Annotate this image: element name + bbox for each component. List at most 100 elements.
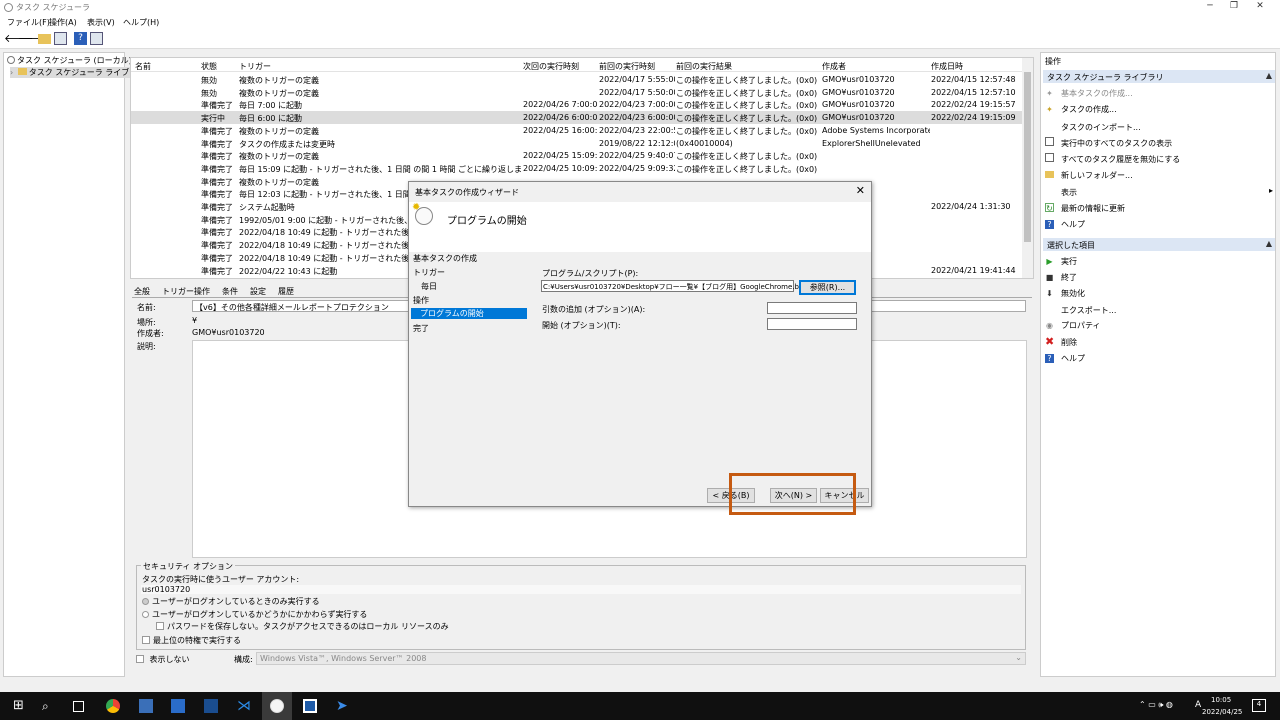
radio-whether-logged-on[interactable]: ユーザーがログオンしているかどうかにかかわらず実行する bbox=[142, 609, 367, 620]
tab-actions[interactable]: 操作 bbox=[194, 286, 210, 297]
checkbox-no-password[interactable]: パスワードを保存しない。タスクがアクセスできるのはローカル リソースのみ bbox=[156, 621, 449, 632]
table-cell: 2022/04/23 6:00:00 bbox=[599, 113, 675, 123]
action-help[interactable]: ? ヘルプ bbox=[1045, 219, 1085, 230]
section-selected-item[interactable]: 選択した項目 ▲ bbox=[1043, 238, 1275, 251]
table-cell: 2022/04/25 9:40:07 bbox=[599, 151, 675, 161]
action-view[interactable]: 表示 ▸ bbox=[1045, 186, 1273, 198]
tray-icons[interactable]: ⌃ ▭ 🕪 ◍ bbox=[1139, 700, 1173, 710]
menu-help[interactable]: ヘルプ(H) bbox=[123, 17, 159, 28]
table-row[interactable]: 【RPA】KillAlert無効複数のトリガーの定義2022/04/17 5:5… bbox=[131, 73, 1023, 86]
folder-icon[interactable] bbox=[38, 34, 51, 44]
table-row[interactable]: 【v4】その他各...準備完了毎日 7:00 に起動2022/04/26 7:0… bbox=[131, 98, 1023, 111]
tab-settings[interactable]: 設定 bbox=[250, 286, 266, 297]
table-row[interactable]: CreateExplor...準備完了タスクの作成または変更時2019/08/2… bbox=[131, 137, 1023, 150]
start-in-input[interactable] bbox=[767, 318, 857, 330]
table-row[interactable]: GoogleUpda...準備完了複数のトリガーの定義2022/04/25 15… bbox=[131, 149, 1023, 162]
minimize-button[interactable]: ─ bbox=[1200, 1, 1220, 13]
radio-logged-on[interactable]: ユーザーがログオンしているときのみ実行する bbox=[142, 596, 320, 607]
action-help-selected[interactable]: ? ヘルプ bbox=[1045, 353, 1085, 364]
vscode-icon[interactable]: ⋊ bbox=[237, 699, 251, 713]
menu-action[interactable]: 操作(A) bbox=[49, 17, 77, 28]
radio-whether-label: ユーザーがログオンしているかどうかにかかわらず実行する bbox=[152, 610, 368, 619]
table-cell: 2022/02/24 19:15:57 bbox=[931, 100, 1016, 110]
network-app-icon[interactable] bbox=[139, 699, 153, 713]
config-select[interactable]: Windows Vista™, Windows Server™ 2008 ⌄ bbox=[256, 652, 1026, 665]
col-author[interactable]: 作成者 bbox=[822, 61, 846, 72]
clock-time[interactable]: 10:05 bbox=[1211, 696, 1231, 704]
back-arrow-icon[interactable]: 🡐 bbox=[4, 32, 34, 45]
menu-file[interactable]: ファイル(F) bbox=[7, 17, 50, 28]
chevron-right-icon: › bbox=[10, 68, 14, 77]
action-properties[interactable]: ◉ プロパティ bbox=[1045, 320, 1101, 331]
clock-date[interactable]: 2022/04/25 bbox=[1202, 708, 1242, 716]
table-cell: 2022/04/25 9:09:32 bbox=[599, 163, 675, 173]
tree-library-label: タスク スケジューラ ライブラリ bbox=[28, 68, 146, 77]
ime-indicator[interactable]: A bbox=[1195, 700, 1201, 710]
forward-arrow-icon[interactable]: 🡒 bbox=[18, 32, 48, 45]
action-refresh[interactable]: ↻ 最新の情報に更新 bbox=[1045, 203, 1125, 214]
action-new-folder[interactable]: 新しいフォルダー... bbox=[1045, 170, 1133, 181]
tree-library[interactable]: › タスク スケジューラ ライブラリ bbox=[10, 67, 149, 78]
windows-start-icon[interactable]: ⊞ bbox=[13, 699, 27, 713]
action-create-task[interactable]: ✦ タスクの作成... bbox=[1045, 104, 1117, 115]
menu-view[interactable]: 表示(V) bbox=[87, 17, 115, 28]
action-export[interactable]: エクスポート... bbox=[1045, 304, 1116, 316]
task-list-scrollbar[interactable] bbox=[1022, 58, 1033, 278]
action-import-task[interactable]: タスクのインポート... bbox=[1045, 121, 1141, 133]
task-view-icon[interactable] bbox=[73, 701, 84, 712]
col-trigger[interactable]: トリガー bbox=[239, 61, 271, 72]
checkbox-hidden[interactable]: 表示しない bbox=[136, 654, 190, 665]
tab-triggers[interactable]: トリガー bbox=[162, 286, 194, 297]
action-disable[interactable]: ⬇ 無効化 bbox=[1045, 288, 1085, 299]
close-button[interactable]: ✕ bbox=[1250, 1, 1270, 13]
security-options: セキュリティ オプション タスクの実行時に使うユーザー アカウント: usr01… bbox=[136, 561, 1026, 650]
tree-root[interactable]: タスク スケジューラ (ローカル) bbox=[7, 55, 132, 66]
col-next-run[interactable]: 次回の実行時刻 bbox=[523, 61, 579, 72]
table-row[interactable]: 【v6】その他各...実行中毎日 6:00 に起動2022/04/26 6:00… bbox=[131, 111, 1023, 125]
help-icon[interactable]: ? bbox=[74, 32, 87, 45]
scroll-thumb[interactable] bbox=[1024, 72, 1031, 242]
action-show-running[interactable]: 実行中のすべてのタスクの表示 bbox=[1045, 137, 1172, 149]
powershell-icon[interactable] bbox=[204, 699, 218, 713]
table-row[interactable]: 【RPA】StartV...無効複数のトリガーの定義2022/04/17 5:5… bbox=[131, 86, 1023, 99]
arguments-input[interactable] bbox=[767, 302, 857, 314]
location-value: ¥ bbox=[192, 316, 198, 325]
refresh-icon: ↻ bbox=[1045, 203, 1054, 213]
browse-button[interactable]: 参照(R)... bbox=[799, 280, 856, 295]
action-label: タスクの作成... bbox=[1061, 105, 1117, 114]
action-end[interactable]: ■ 終了 bbox=[1045, 272, 1077, 283]
table-cell: 準備完了 bbox=[201, 241, 233, 251]
tab-history[interactable]: 履歴 bbox=[278, 286, 294, 297]
power-automate-icon[interactable]: ➤ bbox=[336, 699, 350, 713]
rdp-icon[interactable] bbox=[171, 699, 185, 713]
play-icon: ▶ bbox=[1046, 257, 1053, 266]
notification-icon[interactable]: 4 bbox=[1252, 699, 1266, 712]
console-tree-icon[interactable] bbox=[54, 32, 67, 45]
col-name[interactable]: 名前 bbox=[135, 61, 151, 72]
checkbox-highest-privileges[interactable]: 最上位の特権で実行する bbox=[142, 635, 241, 646]
action-delete[interactable]: ✖ 削除 bbox=[1045, 335, 1077, 348]
section-library[interactable]: タスク スケジューラ ライブラリ ▲ bbox=[1043, 70, 1275, 83]
program-script-input[interactable]: C:¥Users¥usr0103720¥Desktop¥フロー一覧¥【ブログ用】… bbox=[541, 280, 806, 292]
col-last-run[interactable]: 前回の実行時刻 bbox=[599, 61, 655, 72]
col-status[interactable]: 状態 bbox=[201, 61, 217, 72]
action-disable-history[interactable]: すべてのタスク履歴を無効にする bbox=[1045, 153, 1180, 165]
dialog-close-icon[interactable]: ✕ bbox=[856, 184, 865, 197]
table-row[interactable]: Adobe Acro...準備完了複数のトリガーの定義2022/04/25 16… bbox=[131, 124, 1023, 137]
action-label: プロパティ bbox=[1061, 321, 1101, 330]
tab-conditions[interactable]: 条件 bbox=[222, 286, 238, 297]
search-icon[interactable]: ⌕ bbox=[42, 699, 56, 713]
task-scheduler-taskbar-icon[interactable] bbox=[270, 699, 284, 713]
chrome-icon[interactable] bbox=[106, 699, 120, 713]
col-created[interactable]: 作成日時 bbox=[931, 61, 963, 72]
action-run[interactable]: ▶ 実行 bbox=[1045, 256, 1077, 267]
delete-x-icon: ✖ bbox=[1045, 335, 1055, 348]
action-create-basic-task[interactable]: ✦ 基本タスクの作成... bbox=[1045, 88, 1133, 99]
action-label: ヘルプ bbox=[1061, 354, 1085, 363]
maximize-button[interactable]: ❐ bbox=[1224, 1, 1244, 13]
action-pane-icon[interactable] bbox=[90, 32, 103, 45]
table-row[interactable]: GoogleUpda...準備完了毎日 15:09 に起動 - トリガーされた後… bbox=[131, 162, 1023, 175]
window-app-icon[interactable] bbox=[303, 699, 317, 713]
col-last-result[interactable]: 前回の実行結果 bbox=[676, 61, 732, 72]
tab-general[interactable]: 全般 bbox=[134, 286, 150, 297]
